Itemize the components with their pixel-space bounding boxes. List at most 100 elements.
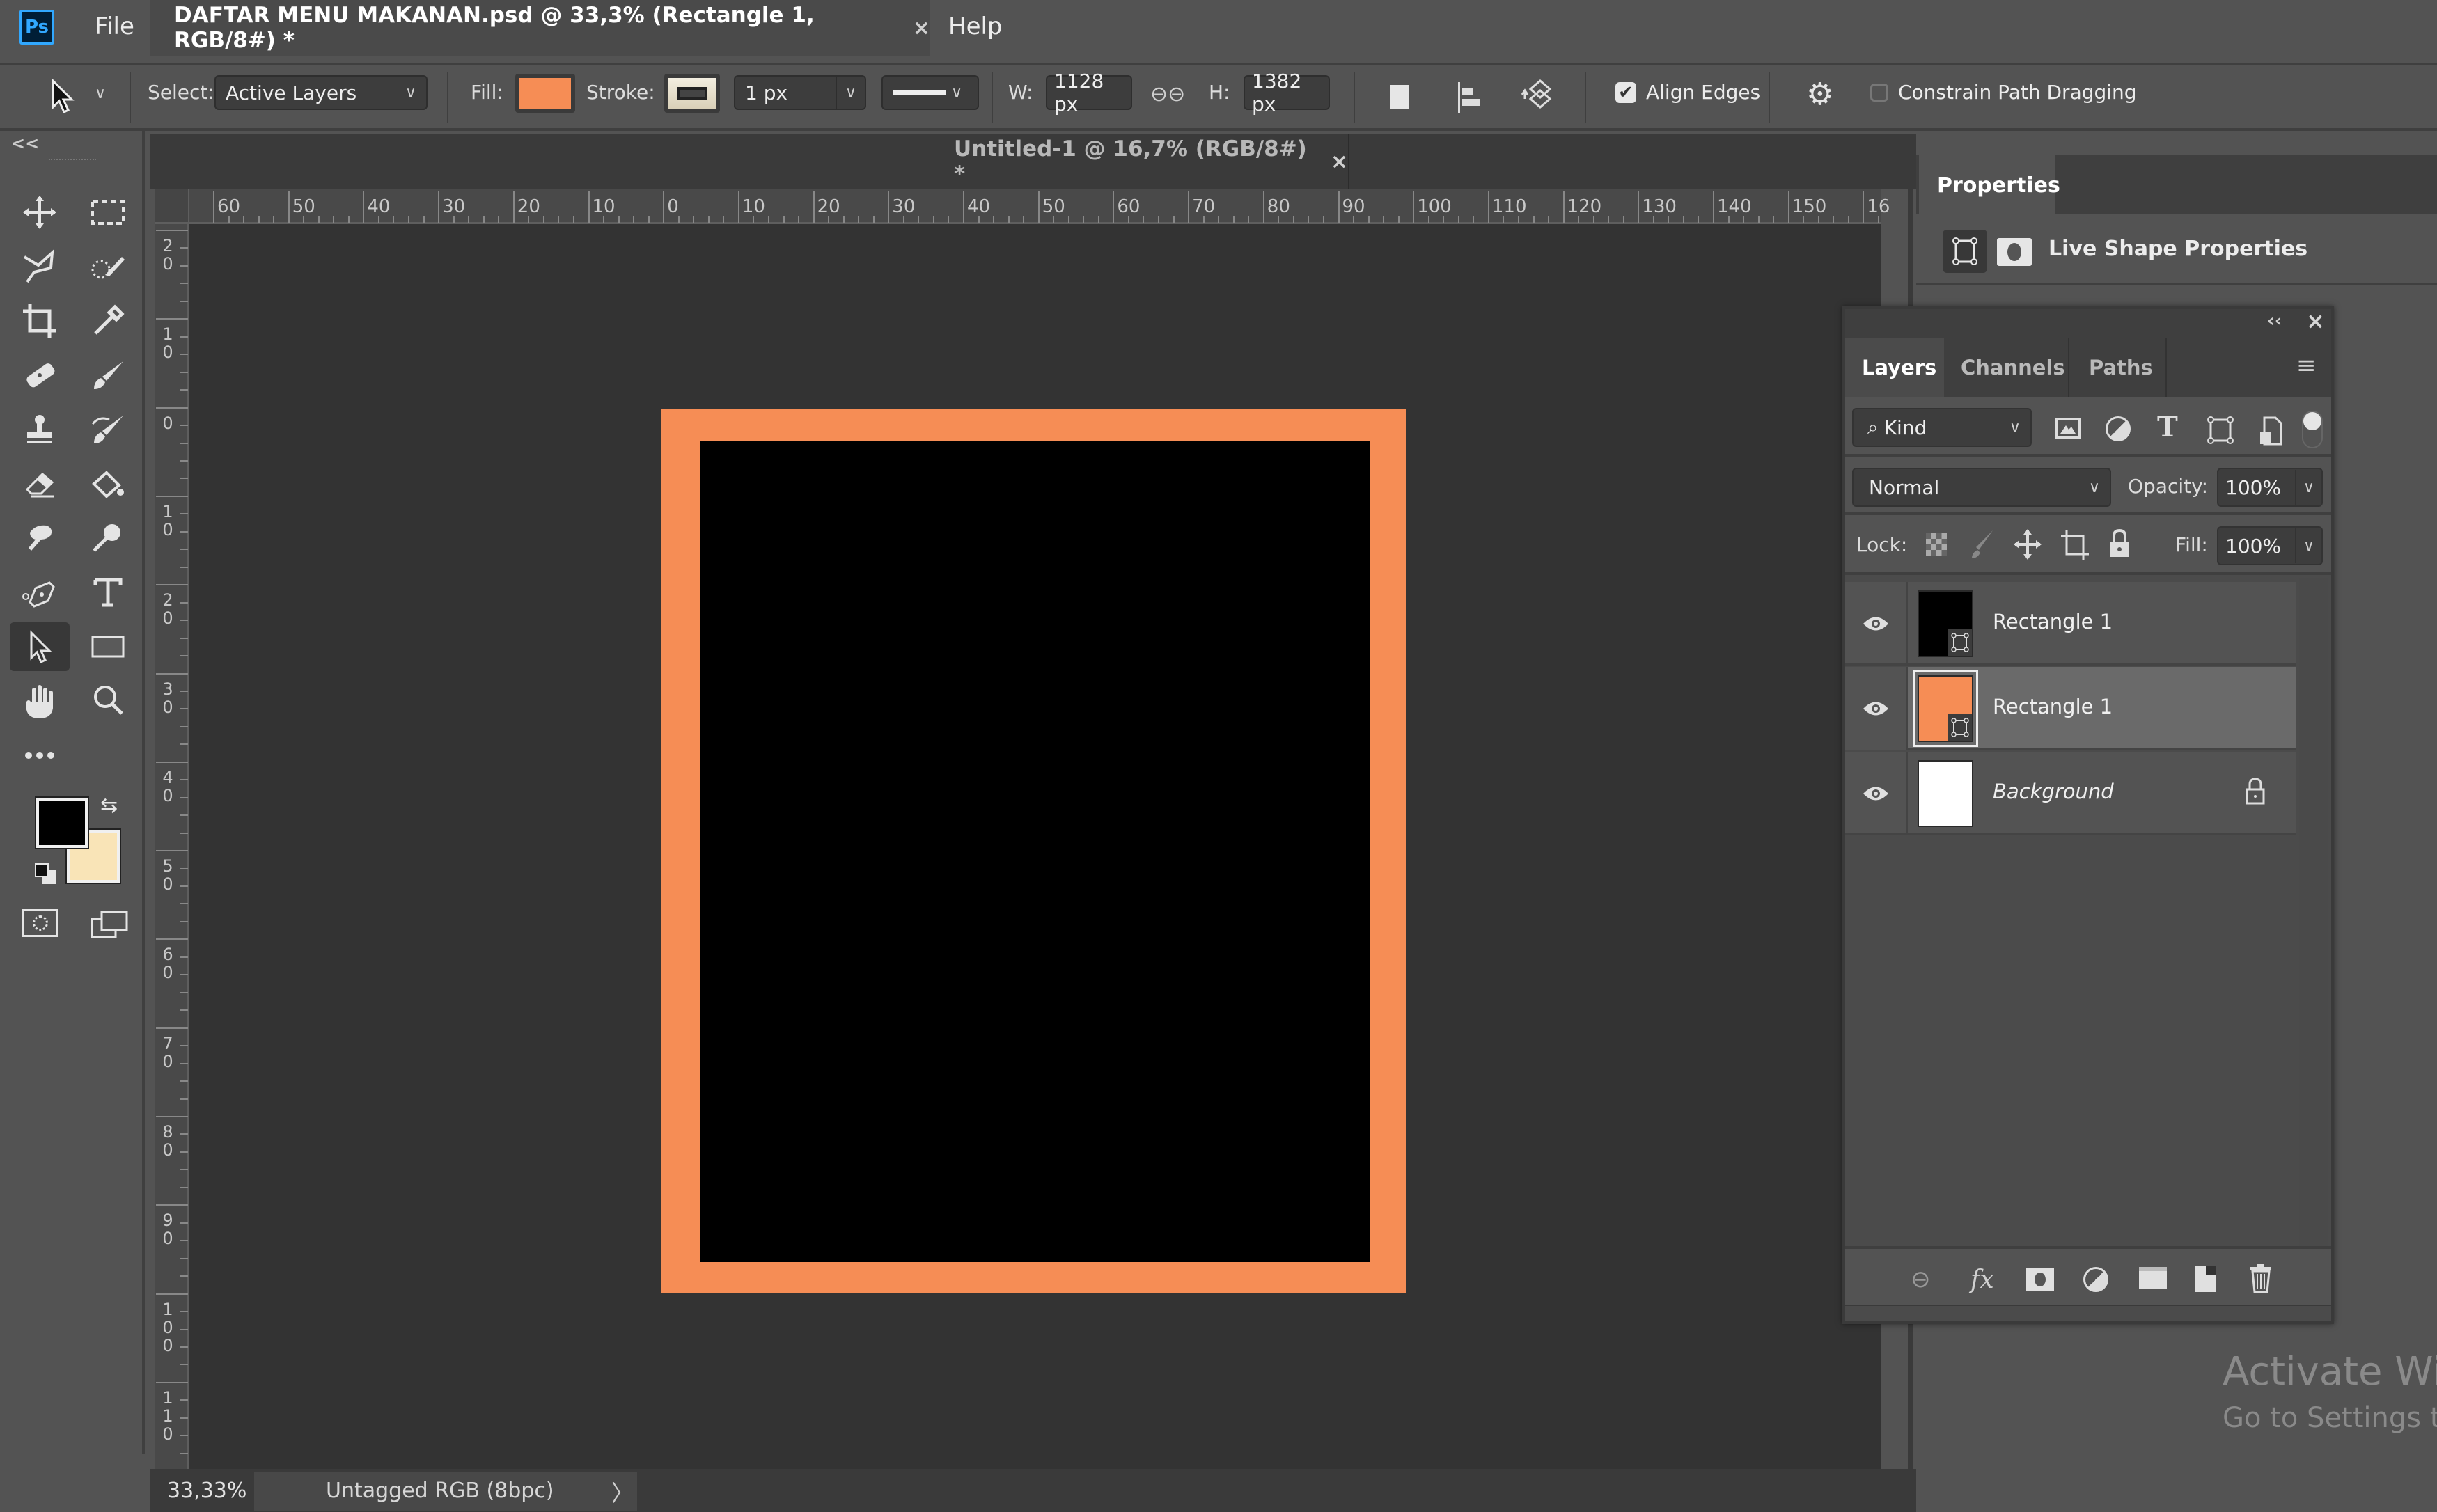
layer-row[interactable]: Rectangle 1	[1845, 582, 2296, 666]
collapse-panel-icon[interactable]: ‹‹	[2267, 310, 2282, 331]
filter-kind-dropdown[interactable]: ⌕ Kind ∨	[1852, 408, 2032, 447]
mask-properties-button[interactable]	[1997, 238, 2032, 266]
layer-row[interactable]: Background	[1845, 752, 2296, 835]
tab-channels[interactable]: Channels	[1944, 338, 2069, 397]
filter-type-layers-icon[interactable]: T	[2157, 411, 2178, 443]
rectangle-tool[interactable]	[78, 622, 138, 671]
lock-image-pixels-icon[interactable]	[1970, 529, 1996, 562]
new-layer-icon[interactable]	[2195, 1266, 2216, 1292]
lock-artboard-icon[interactable]	[2060, 529, 2090, 564]
panel-menu-icon[interactable]: ≡	[2296, 352, 2317, 379]
ruler-minor-tick	[558, 216, 560, 223]
close-icon[interactable]: ×	[1331, 150, 1348, 174]
hand-tool[interactable]	[10, 677, 70, 725]
tab-daftar-menu-makanan[interactable]: DAFTAR MENU MAKANAN.psd @ 33,3% (Rectang…	[150, 0, 930, 56]
path-arrangement-icon[interactable]	[1521, 78, 1560, 120]
height-input[interactable]: 1382 px	[1244, 70, 1330, 116]
path-operations-icon[interactable]	[1390, 85, 1409, 109]
fx-layer-style-icon[interactable]: fx	[1970, 1266, 1994, 1294]
path-selection-tool[interactable]	[10, 622, 70, 671]
foreground-color-swatch[interactable]	[36, 798, 88, 848]
close-icon[interactable]: ×	[913, 16, 930, 40]
smudge-tool[interactable]	[10, 514, 70, 562]
new-adjustment-layer-icon[interactable]	[2083, 1267, 2108, 1292]
panel-resize-grip[interactable]	[1845, 1305, 2331, 1321]
filter-pixel-layers-icon[interactable]	[2055, 418, 2081, 439]
blend-mode-dropdown[interactable]: Normal ∨	[1852, 468, 2111, 507]
zoom-tool[interactable]	[78, 677, 138, 725]
vertical-ruler[interactable]	[155, 224, 189, 1470]
filter-shape-layers-icon[interactable]	[2207, 416, 2234, 447]
type-tool[interactable]	[78, 568, 138, 617]
paint-bucket-tool[interactable]	[78, 459, 138, 508]
brush-tool[interactable]	[78, 351, 138, 400]
default-colors-icon[interactable]	[35, 863, 57, 885]
path-selection-tool-preset[interactable]	[50, 78, 75, 117]
layer-list-scrollbar[interactable]	[2299, 578, 2328, 1246]
path-alignment-icon[interactable]	[1455, 81, 1486, 117]
filter-smart-objects-icon[interactable]	[2259, 416, 2282, 448]
dodge-tool[interactable]	[78, 514, 138, 562]
add-mask-icon[interactable]	[2026, 1268, 2054, 1291]
quick-mask-icon[interactable]	[22, 909, 58, 937]
stroke-swatch-button[interactable]	[664, 74, 720, 113]
marquee-tool[interactable]	[78, 188, 138, 237]
zoom-level[interactable]: 33,33%	[167, 1479, 246, 1503]
stroke-width-input[interactable]: 1 px ∨	[734, 75, 866, 110]
gear-icon[interactable]: ⚙	[1806, 77, 1833, 112]
eraser-tool[interactable]	[10, 459, 70, 508]
visibility-toggle[interactable]	[1845, 667, 1908, 750]
stroke-type-dropdown[interactable]: ∨	[881, 75, 979, 110]
constrain-path-checkbox[interactable]	[1870, 84, 1888, 102]
tab-untitled-1[interactable]: Untitled-1 @ 16,7% (RGB/8#) * ×	[930, 134, 1348, 189]
delete-layer-trash-icon[interactable]	[2249, 1263, 2273, 1296]
opacity-input[interactable]: 100% ∨	[2217, 468, 2323, 507]
link-layers-icon[interactable]: ⊖	[1911, 1266, 1931, 1293]
ruler-origin[interactable]	[155, 189, 189, 224]
black-rectangle-layer[interactable]	[700, 441, 1370, 1262]
lock-icon[interactable]	[2245, 777, 2266, 808]
filter-toggle-switch[interactable]	[2302, 411, 2323, 448]
layer-name[interactable]: Background	[1993, 780, 2114, 803]
eyedropper-tool[interactable]	[78, 297, 138, 345]
collapse-toolbar-icon[interactable]: <<	[11, 134, 39, 153]
crop-tool[interactable]	[10, 297, 70, 345]
layer-name[interactable]: Rectangle 1	[1993, 610, 2113, 633]
layers-panel-titlebar[interactable]	[1845, 309, 2331, 338]
new-group-folder-icon[interactable]	[2139, 1267, 2167, 1289]
menu-file[interactable]: File	[95, 13, 134, 40]
tool-preset-dropdown-icon[interactable]: ∨	[95, 85, 106, 102]
more-tools[interactable]	[10, 731, 70, 780]
healing-brush-tool[interactable]	[10, 351, 70, 400]
close-panel-icon[interactable]: ×	[2306, 308, 2325, 334]
quick-selection-tool[interactable]	[78, 242, 138, 291]
status-menu-arrow-icon[interactable]: 〉	[611, 1476, 634, 1508]
layer-name[interactable]: Rectangle 1	[1993, 695, 2113, 718]
fill-input[interactable]: 100% ∨	[2217, 526, 2323, 565]
lock-position-icon[interactable]	[2012, 528, 2043, 564]
select-dropdown[interactable]: Active Layers ∨	[214, 75, 428, 110]
fill-swatch-button[interactable]	[515, 74, 575, 113]
pen-tool[interactable]	[10, 568, 70, 617]
filter-adjustment-layers-icon[interactable]	[2106, 416, 2131, 441]
link-dimensions-icon[interactable]: ⊖⊖	[1150, 82, 1185, 107]
menu-help[interactable]: Help	[948, 13, 1003, 40]
screen-mode-icon[interactable]	[91, 911, 130, 941]
tab-layers[interactable]: Layers	[1845, 338, 1944, 397]
tab-paths[interactable]: Paths	[2069, 338, 2167, 397]
visibility-toggle[interactable]	[1845, 752, 1908, 835]
tab-properties[interactable]: Properties	[1919, 155, 2060, 216]
lock-all-icon[interactable]	[2108, 528, 2131, 561]
clone-stamp-tool[interactable]	[10, 405, 70, 454]
swap-colors-icon[interactable]: ⇆	[100, 794, 118, 818]
align-edges-checkbox[interactable]: ✔	[1615, 82, 1636, 103]
toolbar-grip[interactable]	[49, 159, 96, 164]
lock-transparent-pixels-icon[interactable]	[1926, 533, 1947, 556]
visibility-toggle[interactable]	[1845, 582, 1908, 666]
width-input[interactable]: 1128 px	[1046, 70, 1132, 116]
history-brush-tool[interactable]	[78, 405, 138, 454]
live-shape-properties-button[interactable]	[1943, 230, 1987, 273]
move-tool[interactable]	[10, 188, 70, 237]
layer-row-selected[interactable]: Rectangle 1	[1845, 667, 2296, 750]
lasso-tool[interactable]	[10, 242, 70, 291]
